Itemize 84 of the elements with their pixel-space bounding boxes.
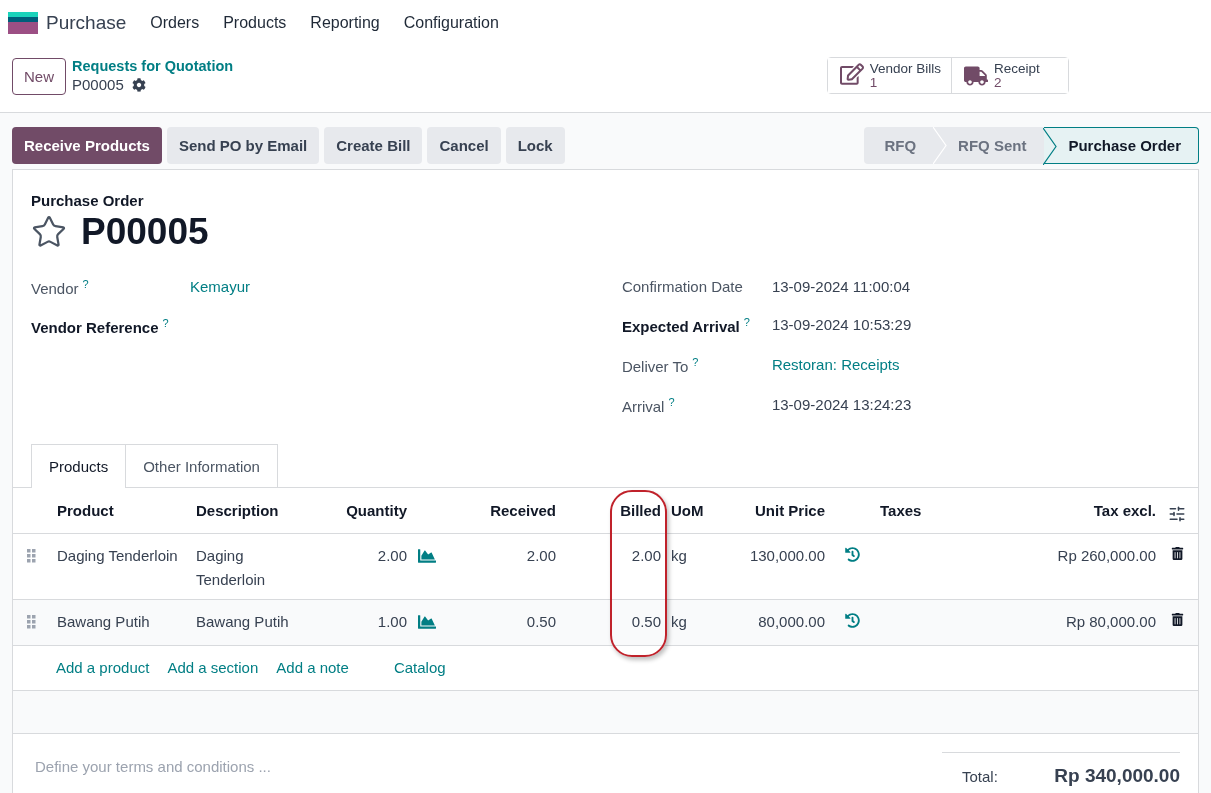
total-amount: Rp 340,000.00: [1054, 765, 1180, 787]
column-header[interactable]: Billed: [556, 502, 661, 519]
stat-button[interactable]: Vendor Bills 1: [827, 58, 952, 93]
help-mark[interactable]: ?: [82, 278, 89, 290]
trash-icon[interactable]: [1170, 613, 1184, 626]
table-cell-text: 2.00: [525, 546, 556, 566]
drag-handle-icon[interactable]: [27, 615, 36, 629]
area-chart-icon[interactable]: [417, 613, 436, 631]
field-label: Deliver To: [621, 358, 689, 375]
column-header[interactable]: Quantity: [316, 502, 407, 519]
field-label: Expected Arrival: [621, 318, 740, 335]
field-label: Confirmation Date: [621, 278, 743, 295]
history-icon[interactable]: [845, 547, 860, 562]
field-link[interactable]: Kemayur: [190, 278, 251, 295]
table-cell-text: kg: [670, 546, 688, 566]
chevron-icon: [1043, 128, 1058, 165]
table-cell-text: Rp 80,000.00: [1064, 612, 1156, 632]
table-cell-text: 0.50: [525, 612, 556, 632]
table-cell-text: 0.50: [630, 612, 661, 632]
help-mark[interactable]: ?: [743, 316, 750, 328]
menu-item[interactable]: Reporting: [298, 13, 392, 32]
table-cell-text: 2.00: [630, 546, 661, 566]
action-button[interactable]: Create Bill: [324, 127, 423, 164]
field-link[interactable]: Restoran: Receipts: [771, 356, 900, 373]
total-label: Total:: [962, 767, 998, 785]
table-cell-text: Bawang Putih: [57, 612, 151, 632]
table-cell-text: 130,000.00: [748, 546, 825, 566]
record-name: P00005: [72, 75, 124, 95]
help-mark[interactable]: ?: [162, 317, 169, 329]
field-label: Vendor Reference: [31, 319, 159, 336]
column-header[interactable]: Unit Price: [721, 502, 825, 519]
table-cell-text: Bawang Putih: [196, 612, 290, 632]
menu-item[interactable]: Orders: [138, 13, 212, 32]
table-cell-text: 80,000.00: [757, 612, 825, 632]
add-link[interactable]: Add a note: [276, 659, 349, 690]
tab[interactable]: Other Information: [126, 444, 278, 488]
action-button[interactable]: Cancel: [427, 127, 501, 164]
column-header[interactable]: Description: [196, 502, 316, 519]
app-logo-icon: [8, 11, 38, 34]
history-icon[interactable]: [845, 613, 860, 628]
action-button[interactable]: Send PO by Email: [166, 127, 320, 164]
add-link[interactable]: Catalog: [393, 659, 446, 690]
action-button[interactable]: Receive Products: [12, 127, 162, 164]
status-step[interactable]: RFQ: [864, 127, 935, 164]
truck-icon: [964, 64, 988, 88]
breadcrumb-link[interactable]: Requests for Quotation: [72, 57, 234, 75]
chevron-icon: [933, 127, 948, 164]
trash-icon[interactable]: [1170, 547, 1184, 560]
help-mark[interactable]: ?: [668, 396, 675, 408]
status-step[interactable]: Purchase Order: [1044, 127, 1199, 164]
settings-icon[interactable]: [131, 78, 146, 92]
settings-icon[interactable]: [1168, 505, 1186, 523]
field-value: 13-09-2024 10:53:29: [771, 316, 912, 333]
field-value: 13-09-2024 13:24:23: [771, 396, 912, 413]
area-chart-icon[interactable]: [417, 547, 436, 565]
form-subtitle: Purchase Order: [31, 192, 145, 209]
tab[interactable]: Products: [31, 444, 127, 489]
table-cell-text: 1.00: [376, 612, 407, 632]
table-cell-text: 2.00: [376, 546, 407, 566]
menu-item[interactable]: Products: [211, 13, 299, 32]
edit-icon: [839, 62, 864, 86]
add-link[interactable]: Add a section: [167, 659, 259, 690]
column-header[interactable]: UoM: [661, 502, 721, 519]
new-button[interactable]: New: [12, 58, 66, 95]
column-header[interactable]: Taxes: [871, 502, 971, 519]
column-header[interactable]: Tax excl.: [971, 502, 1156, 519]
column-header[interactable]: Received: [446, 502, 556, 519]
status-step[interactable]: RFQ Sent: [934, 127, 1045, 164]
app-name[interactable]: Purchase: [46, 11, 127, 34]
table-cell-text: Daging Tenderloin: [57, 546, 179, 566]
menu-item[interactable]: Configuration: [391, 13, 511, 32]
action-button[interactable]: Lock: [505, 127, 565, 164]
table-cell-text: Rp 260,000.00: [1056, 546, 1156, 566]
drag-handle-icon[interactable]: [27, 549, 36, 563]
add-link[interactable]: Add a product: [56, 659, 150, 690]
star-icon[interactable]: [31, 214, 67, 250]
field-label: Vendor: [31, 280, 79, 297]
table-cell-text: Daging Tenderloin: [196, 546, 267, 590]
help-mark[interactable]: ?: [692, 356, 699, 368]
column-header[interactable]: Product: [57, 502, 196, 519]
field-label: Arrival: [621, 398, 665, 415]
record-title: P00005: [81, 211, 209, 253]
table-cell-text: kg: [670, 612, 688, 632]
field-value: 13-09-2024 11:00:04: [771, 278, 911, 295]
